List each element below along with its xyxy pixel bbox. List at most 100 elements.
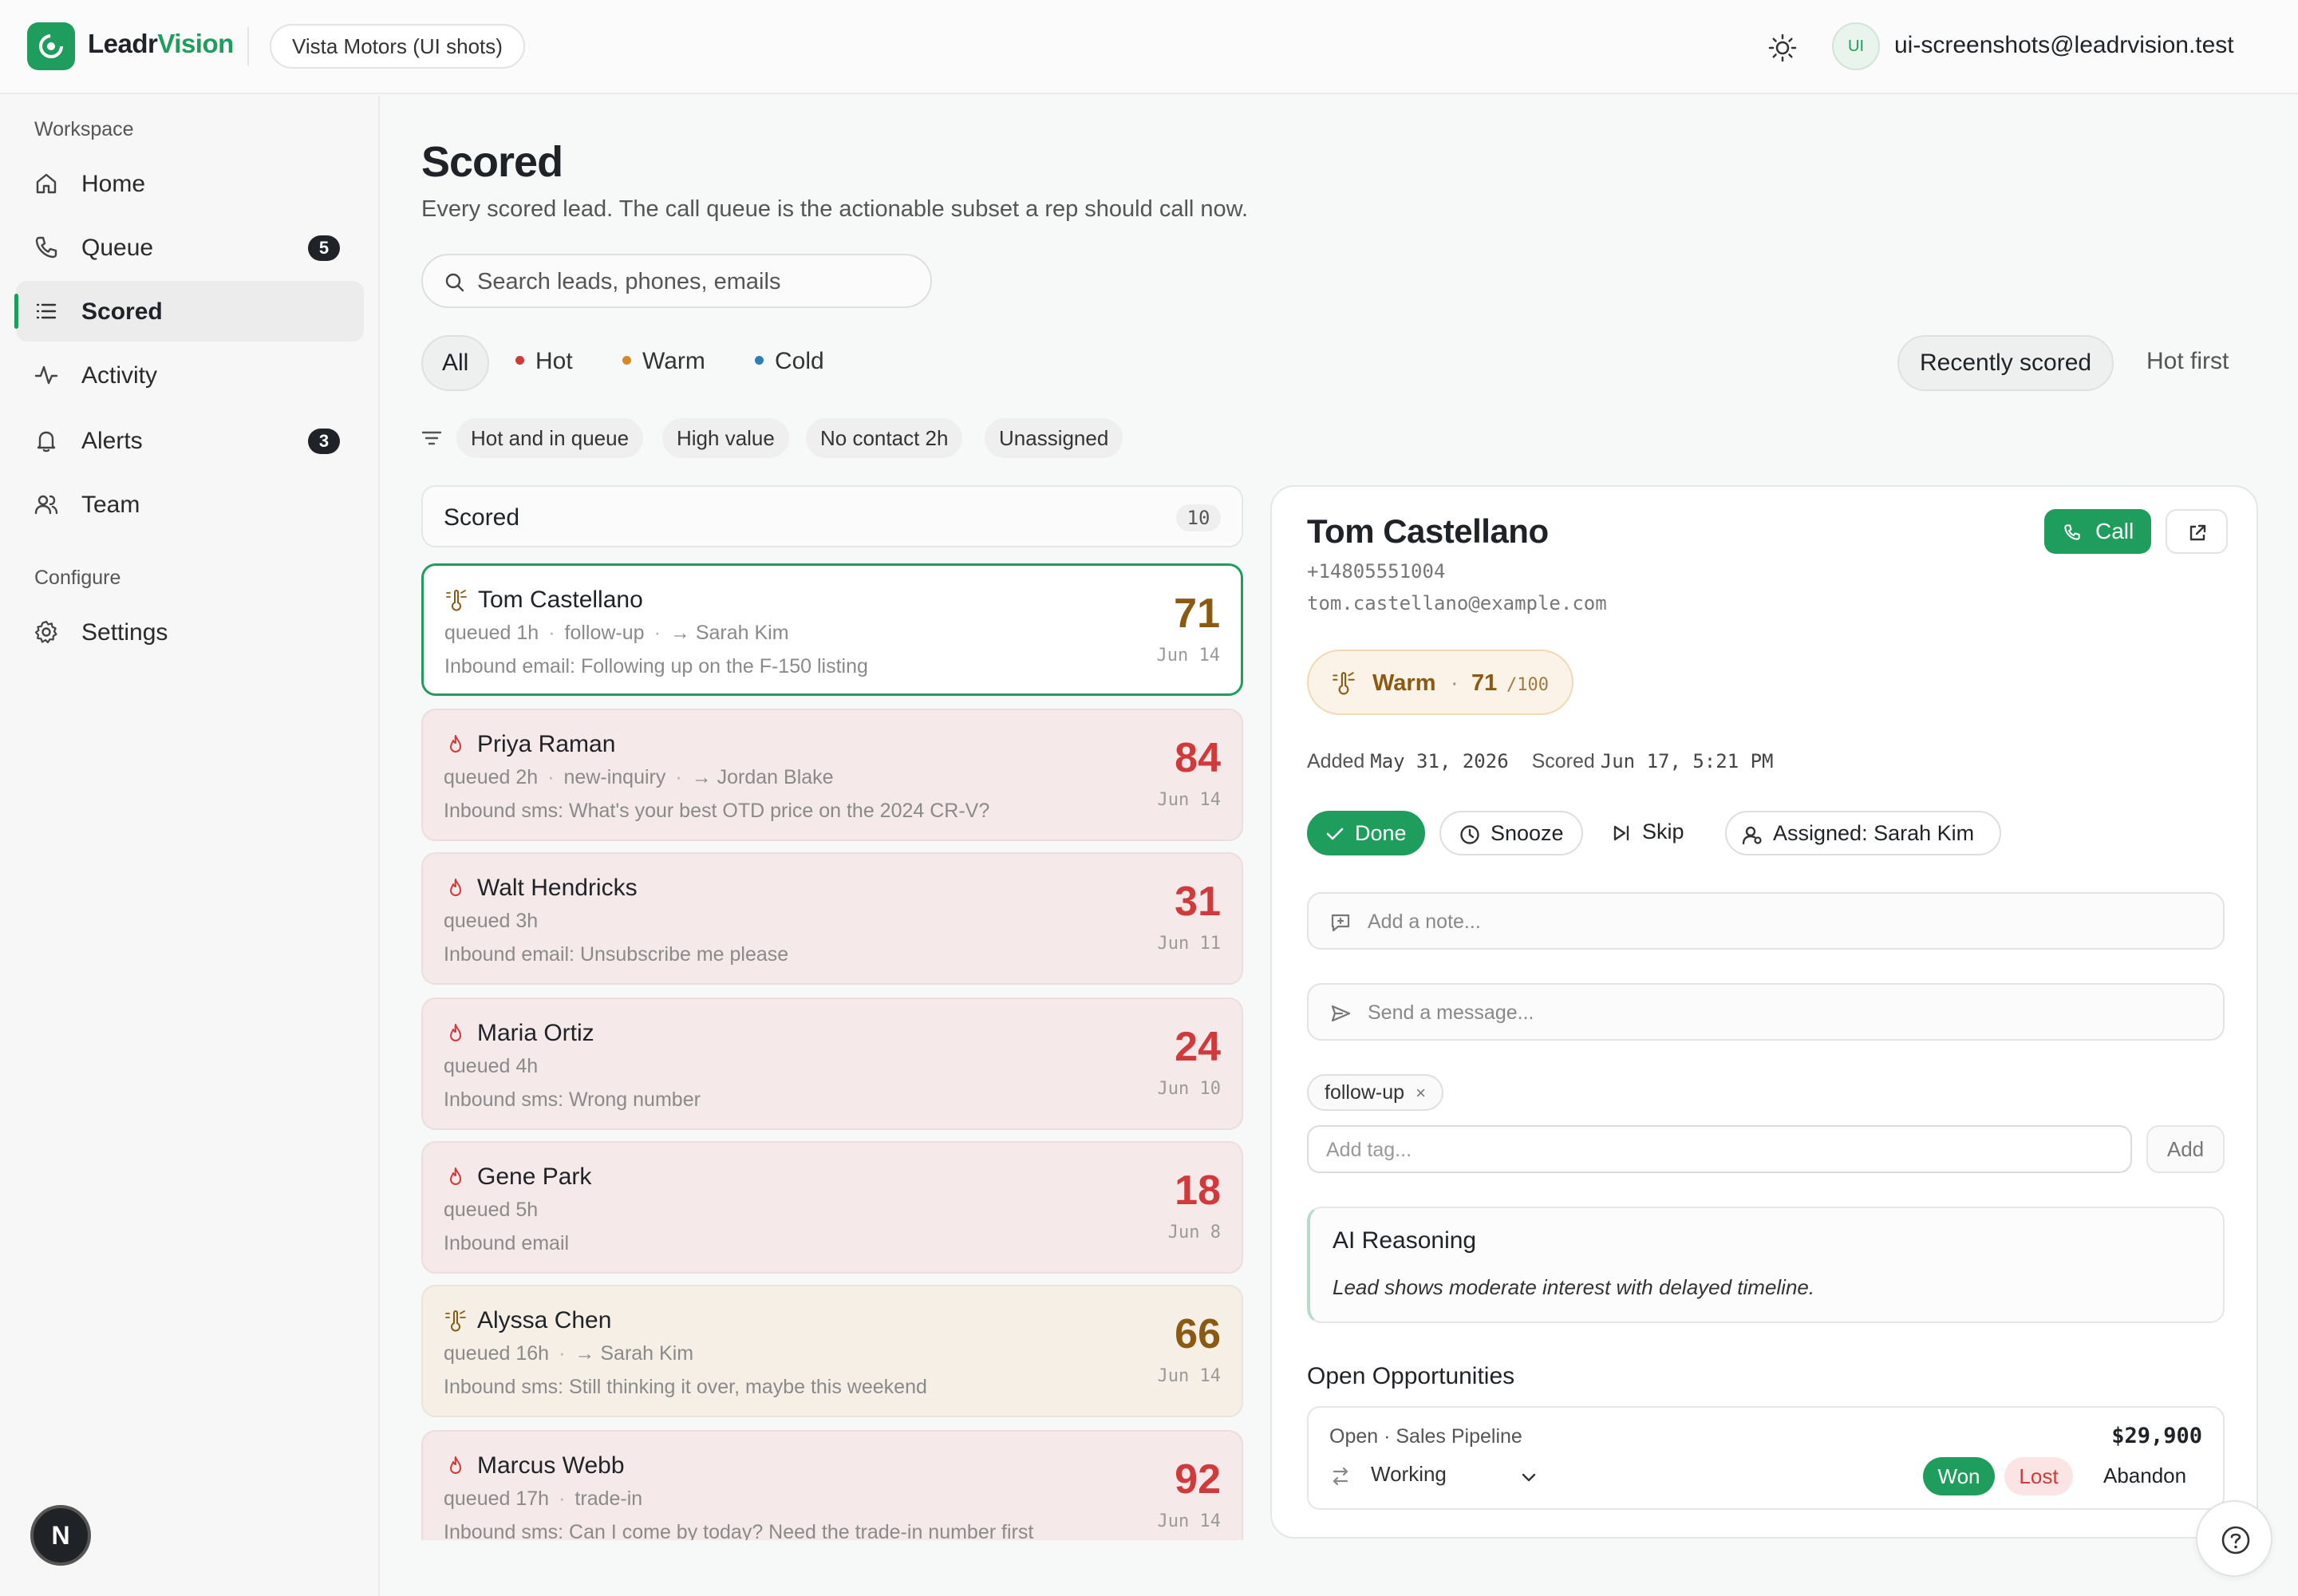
won-button[interactable]: Won bbox=[1923, 1457, 1995, 1495]
sidebar-item-label: Settings bbox=[81, 619, 168, 646]
chip-no-contact-2h[interactable]: No contact 2h bbox=[806, 418, 963, 458]
snooze-button[interactable]: Snooze bbox=[1439, 811, 1583, 855]
hot-dot-icon bbox=[515, 355, 524, 365]
meta-queued: queued 3h bbox=[444, 910, 539, 932]
call-button-label: Call bbox=[2095, 519, 2134, 543]
lead-last-message: Inbound email bbox=[444, 1232, 570, 1254]
detail-phone[interactable]: +14805551004 bbox=[1307, 560, 1445, 583]
filter-hot-label: Hot bbox=[535, 348, 573, 374]
meta-tag: trade-in bbox=[574, 1487, 643, 1510]
lead-last-message: Inbound sms: Still thinking it over, may… bbox=[444, 1376, 927, 1398]
avatar[interactable]: UI bbox=[1832, 22, 1880, 70]
sidebar-item-activity[interactable]: Activity bbox=[16, 345, 364, 405]
lead-score: 66 bbox=[1175, 1311, 1221, 1357]
lead-card-marcus-webb[interactable]: Marcus Webb queued 17h · trade-in Inbound … bbox=[421, 1430, 1243, 1540]
clock-icon bbox=[1460, 825, 1479, 844]
user-email[interactable]: ui-screenshots@leadrvision.test bbox=[1894, 32, 2234, 59]
tag-input-field[interactable] bbox=[1307, 1125, 2132, 1173]
filter-icon bbox=[421, 431, 442, 445]
assigned-button[interactable]: Assigned: Sarah Kim bbox=[1725, 811, 2001, 855]
filter-cold[interactable]: Cold bbox=[755, 335, 824, 391]
stage-select[interactable]: Working bbox=[1371, 1462, 1447, 1487]
tag-input[interactable] bbox=[1326, 1136, 2108, 1163]
temperature-label: Warm bbox=[1372, 670, 1436, 696]
lead-meta: queued 1h · follow-up · → Sarah Kim bbox=[444, 622, 789, 644]
lead-card-alyssa-chen[interactable]: Alyssa Chen queued 16h · → Sarah Kim Inbou… bbox=[421, 1285, 1243, 1417]
sidebar-item-alerts[interactable]: Alerts 3 bbox=[16, 410, 364, 471]
phone-icon bbox=[2064, 524, 2080, 540]
done-button[interactable]: Done bbox=[1307, 811, 1425, 855]
help-button[interactable] bbox=[2196, 1500, 2272, 1577]
filter-warm[interactable]: Warm bbox=[622, 335, 705, 391]
search-input[interactable] bbox=[477, 265, 908, 298]
tag-label: follow-up bbox=[1325, 1081, 1405, 1104]
lead-score: 24 bbox=[1175, 1024, 1221, 1070]
lead-name: Priya Raman bbox=[477, 731, 616, 757]
meta-queued: queued 17h bbox=[444, 1487, 550, 1510]
lead-card-tom-castellano[interactable]: Tom Castellano queued 1h · follow-up · → Sar… bbox=[421, 563, 1243, 696]
lead-card-maria-ortiz[interactable]: Maria Ortiz queued 4h Inbound sms: Wrong… bbox=[421, 998, 1243, 1130]
lead-card-priya-raman[interactable]: Priya Raman queued 2h · new-inquiry · → Jord… bbox=[421, 709, 1243, 841]
lead-card-walt-hendricks[interactable]: Walt Hendricks queued 3h Inbound email: … bbox=[421, 852, 1243, 985]
note-input[interactable] bbox=[1368, 907, 2197, 937]
sort-hot-first[interactable]: Hot first bbox=[2146, 335, 2229, 391]
detail-email[interactable]: tom.castellano@example.com bbox=[1307, 592, 1607, 614]
org-switcher[interactable]: Vista Motors (UI shots) bbox=[270, 24, 525, 69]
temperature-score-badge: Warm · 71 /100 bbox=[1307, 650, 1573, 715]
list-count-badge: 10 bbox=[1176, 504, 1221, 531]
sidebar-item-settings[interactable]: Settings bbox=[16, 602, 364, 662]
chip-hot-and-in-queue[interactable]: Hot and in queue bbox=[456, 418, 644, 458]
filter-hot[interactable]: Hot bbox=[515, 335, 573, 391]
meta-queued: queued 4h bbox=[444, 1055, 539, 1077]
meta-assignee: → Sarah Kim bbox=[574, 1342, 694, 1365]
flame-icon bbox=[450, 1024, 461, 1041]
tag-follow-up: follow-up × bbox=[1307, 1074, 1443, 1111]
thermometer-icon bbox=[1333, 672, 1355, 695]
open-external-button[interactable] bbox=[2166, 509, 2228, 554]
chevron-down-icon[interactable] bbox=[1518, 1467, 1540, 1489]
call-button[interactable]: Call bbox=[2044, 509, 2151, 554]
check-icon bbox=[1326, 828, 1344, 840]
meta-queued: queued 2h bbox=[444, 766, 539, 788]
message-input[interactable] bbox=[1368, 998, 2197, 1028]
sort-recently-scored[interactable]: Recently scored bbox=[1897, 335, 2114, 391]
chip-unassigned[interactable]: Unassigned bbox=[985, 418, 1123, 458]
logo-icon[interactable] bbox=[27, 22, 75, 70]
message-field[interactable] bbox=[1307, 983, 2225, 1041]
sidebar-item-queue[interactable]: Queue 5 bbox=[16, 217, 364, 278]
sidebar-item-home[interactable]: Home bbox=[16, 153, 364, 214]
lead-name: Marcus Webb bbox=[477, 1452, 625, 1479]
abandon-button[interactable]: Abandon bbox=[2103, 1464, 2186, 1488]
next-devtools-button[interactable]: N bbox=[30, 1505, 91, 1566]
thermometer-icon bbox=[445, 1310, 466, 1332]
lead-detail-panel: Tom Castellano +14805551004 tom.castella… bbox=[1270, 485, 2258, 1539]
swap-icon bbox=[1333, 1467, 1348, 1486]
lead-meta: queued 5h bbox=[444, 1199, 538, 1222]
lead-score: 31 bbox=[1175, 879, 1221, 925]
theme-toggle-icon[interactable] bbox=[1765, 30, 1800, 65]
lead-card-gene-park[interactable]: Gene Park queued 5h Inbound email 18 Jun… bbox=[421, 1141, 1243, 1274]
opportunity-amount: $29,900 bbox=[2111, 1424, 2202, 1448]
lost-button[interactable]: Lost bbox=[2004, 1457, 2073, 1495]
lead-date: Jun 11 bbox=[1157, 934, 1221, 954]
remove-tag-icon[interactable]: × bbox=[1416, 1083, 1426, 1103]
scored-label: Scored bbox=[1531, 750, 1595, 772]
sidebar-item-scored[interactable]: Scored bbox=[14, 281, 364, 342]
search-box[interactable] bbox=[421, 254, 932, 308]
lead-name: Maria Ortiz bbox=[477, 1020, 594, 1046]
lead-meta: queued 2h · new-inquiry · → Jordan Blake bbox=[444, 766, 834, 788]
ai-reasoning-box: AI Reasoning Lead shows moderate interes… bbox=[1307, 1207, 2225, 1323]
chip-high-value[interactable]: High value bbox=[662, 418, 789, 458]
skip-button[interactable]: Skip bbox=[1597, 811, 1701, 855]
add-tag-button[interactable]: Add bbox=[2146, 1125, 2225, 1173]
sidebar-item-team[interactable]: Team bbox=[16, 474, 364, 535]
added-value: May 31, 2026 bbox=[1370, 750, 1509, 772]
lead-last-message: Inbound sms: What's your best OTD price … bbox=[444, 800, 990, 822]
filter-all[interactable]: All bbox=[421, 335, 490, 391]
lead-list[interactable]: Tom Castellano queued 1h · follow-up · → Sar… bbox=[420, 562, 1246, 1540]
lead-date: Jun 8 bbox=[1167, 1223, 1221, 1242]
note-field[interactable] bbox=[1307, 892, 2225, 950]
alerts-count-badge: 3 bbox=[308, 429, 340, 454]
top-bar: LeadrVision Vista Motors (UI shots) UI u… bbox=[0, 0, 2298, 94]
ai-reasoning-text: Lead shows moderate interest with delaye… bbox=[1333, 1275, 1815, 1299]
